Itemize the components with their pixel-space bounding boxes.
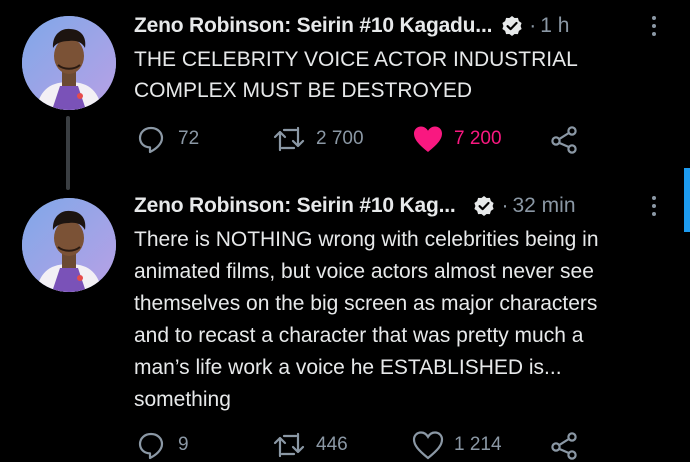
reply-button[interactable]: 9	[136, 430, 189, 460]
retweet-button[interactable]: 446	[272, 430, 348, 460]
share-button[interactable]	[550, 124, 580, 154]
tweet-1[interactable]: Zeno Robinson: Seirin #10 Kagadu... · 1 …	[0, 0, 690, 190]
like-icon	[414, 126, 442, 152]
like-count: 1 214	[454, 434, 502, 455]
retweet-icon	[273, 126, 305, 152]
verified-badge-icon	[501, 15, 523, 37]
tweet-header: Zeno Robinson: Seirin #10 Kag... · 32 mi…	[134, 194, 576, 218]
avatar-image	[22, 198, 116, 292]
tweet-actions: 72 2 700 7 200	[134, 124, 594, 156]
like-icon	[412, 431, 444, 460]
tweet-text: THE CELEBRITY VOICE ACTOR INDUSTRIAL COM…	[134, 48, 578, 102]
tweet-actions: 9 446 1 214	[134, 430, 594, 462]
share-icon	[551, 126, 577, 154]
avatar-image	[22, 16, 116, 110]
retweet-icon	[273, 432, 305, 458]
dot-separator: ·	[501, 194, 509, 217]
reply-count: 9	[178, 434, 189, 455]
share-icon	[551, 432, 577, 460]
verified-badge-icon	[473, 195, 495, 217]
timestamp[interactable]: 1 h	[540, 14, 569, 38]
share-button[interactable]	[550, 430, 580, 460]
author-name[interactable]: Zeno Robinson: Seirin #10 Kag...	[134, 194, 456, 218]
reply-icon	[138, 126, 164, 154]
avatar[interactable]	[22, 16, 116, 110]
tweet-2[interactable]: Zeno Robinson: Seirin #10 Kag... · 32 mi…	[0, 190, 690, 462]
author-name[interactable]: Zeno Robinson: Seirin #10 Kagadu...	[134, 14, 492, 38]
retweet-button[interactable]: 2 700	[272, 124, 364, 154]
avatar[interactable]	[22, 198, 116, 292]
reply-button[interactable]: 72	[136, 124, 199, 154]
more-icon[interactable]	[652, 16, 658, 40]
retweet-count: 446	[316, 434, 348, 455]
tweet-header: Zeno Robinson: Seirin #10 Kagadu... · 1 …	[134, 14, 569, 38]
reply-icon	[138, 432, 164, 460]
like-count: 7 200	[454, 128, 502, 149]
retweet-count: 2 700	[316, 128, 364, 149]
like-button[interactable]: 7 200	[412, 124, 502, 154]
reply-count: 72	[178, 128, 200, 149]
timestamp[interactable]: 32 min	[512, 194, 575, 218]
dot-separator: ·	[529, 14, 537, 37]
like-button[interactable]: 1 214	[412, 430, 502, 460]
tweet-text: There is NOTHING wrong with celebrities …	[134, 228, 599, 411]
more-icon[interactable]	[652, 196, 658, 220]
